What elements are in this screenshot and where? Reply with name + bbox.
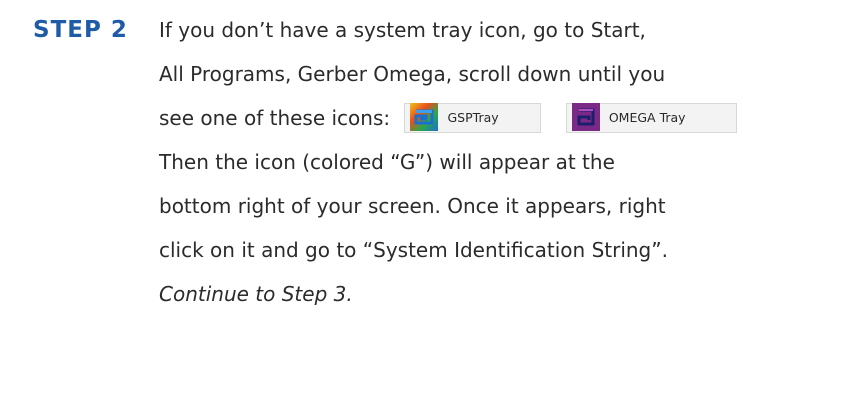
continue-note: Continue to Step 3. xyxy=(159,282,353,306)
instruction-line-3-text: see one of these icons: xyxy=(159,106,391,130)
instruction-line-5: bottom right of your screen. Once it app… xyxy=(159,194,666,218)
step-instructions: If you don’t have a system tray icon, go… xyxy=(159,8,865,316)
gsp-tray-icon xyxy=(410,103,439,131)
step-label: STEP 2 xyxy=(33,17,128,43)
instruction-line-1: If you don’t have a system tray icon, go… xyxy=(159,18,646,42)
instruction-line-3: see one of these icons: GSPTray OMEGA Tr… xyxy=(159,96,865,140)
instruction-line-4: Then the icon (colored “G”) will appear … xyxy=(159,150,615,174)
instruction-line-6: click on it and go to “System Identifica… xyxy=(159,238,668,262)
gsp-tray-badge: GSPTray xyxy=(404,102,542,133)
gsp-tray-label: GSPTray xyxy=(447,109,499,125)
omega-tray-label: OMEGA Tray xyxy=(608,109,686,125)
instruction-line-2: All Programs, Gerber Omega, scroll down … xyxy=(159,62,666,86)
omega-tray-badge: OMEGA Tray xyxy=(565,102,737,133)
omega-tray-icon xyxy=(571,103,600,131)
